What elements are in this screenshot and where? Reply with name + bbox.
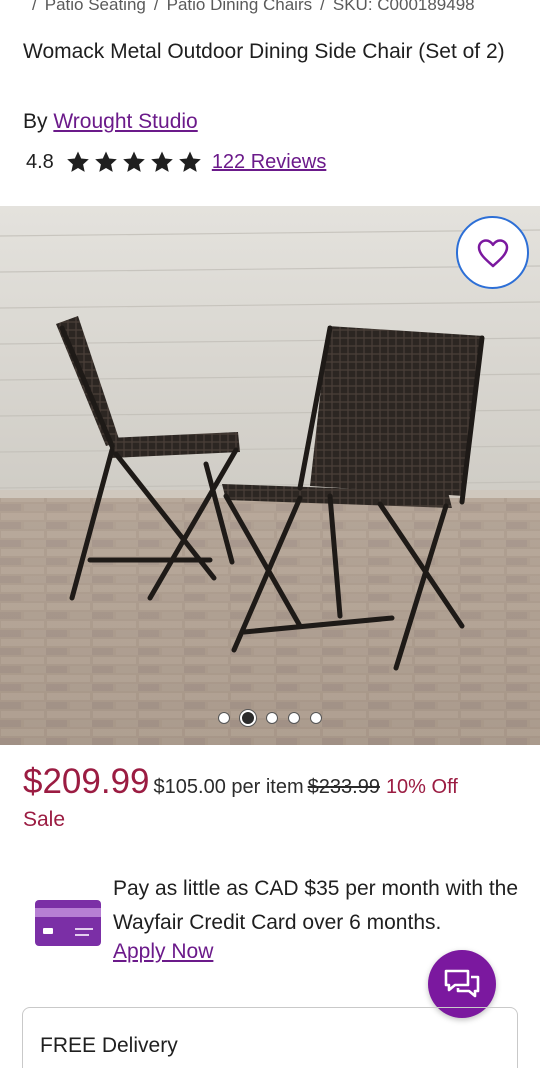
sale-badge: Sale xyxy=(23,808,66,831)
price-row: $209.99 $105.00 per item $233.99 10% Off xyxy=(23,762,458,802)
star-icon xyxy=(151,151,173,172)
breadcrumb-separator: / xyxy=(153,0,159,14)
byline: By Wrought Studio xyxy=(23,110,198,134)
sku-label: SKU: C000189498 xyxy=(332,0,475,14)
product-title: Womack Metal Outdoor Dining Side Chair (… xyxy=(23,40,505,63)
heart-icon xyxy=(477,238,508,267)
star-icon xyxy=(179,151,201,172)
star-rating xyxy=(66,150,206,174)
favorite-button[interactable] xyxy=(456,216,529,289)
breadcrumb: / Patio Seating / Patio Dining Chairs / SKU: … xyxy=(24,0,475,15)
product-image xyxy=(0,206,540,745)
product-image-carousel[interactable] xyxy=(0,206,540,745)
carousel-dot[interactable] xyxy=(266,712,278,724)
was-price: $233.99 xyxy=(307,776,380,798)
reviews-link[interactable]: 122 Reviews xyxy=(212,151,327,174)
star-icon xyxy=(123,151,145,172)
financing-text: Pay as little as CAD $35 per month with … xyxy=(113,877,519,934)
rating-value: 4.8 xyxy=(26,150,54,173)
breadcrumb-separator: / xyxy=(320,0,325,14)
discount-label: 10% Off xyxy=(385,776,458,798)
chat-icon xyxy=(444,969,480,998)
byline-prefix: By xyxy=(23,110,48,133)
delivery-option[interactable]: FREE Delivery xyxy=(22,1007,518,1068)
breadcrumb-item-patio-dining-chairs[interactable]: Patio Dining Chairs xyxy=(167,0,313,14)
per-item-price: $105.00 per item xyxy=(153,776,304,798)
carousel-dot[interactable] xyxy=(310,712,322,724)
breadcrumb-separator: / xyxy=(32,0,37,14)
star-icon xyxy=(67,151,89,172)
brand-link[interactable]: Wrought Studio xyxy=(53,110,197,133)
apply-now-link[interactable]: Apply Now xyxy=(113,940,213,964)
breadcrumb-item-patio-seating[interactable]: Patio Seating xyxy=(45,0,146,14)
credit-card-icon xyxy=(35,900,101,946)
carousel-pagination xyxy=(218,710,332,726)
carousel-dot[interactable] xyxy=(218,712,230,724)
star-icon xyxy=(95,151,117,172)
sale-price: $209.99 xyxy=(23,762,150,801)
rating-row: 4.8 122 Reviews xyxy=(26,150,326,174)
carousel-dot-active[interactable] xyxy=(240,710,256,726)
carousel-dot[interactable] xyxy=(288,712,300,724)
delivery-label: FREE Delivery xyxy=(40,1034,178,1057)
